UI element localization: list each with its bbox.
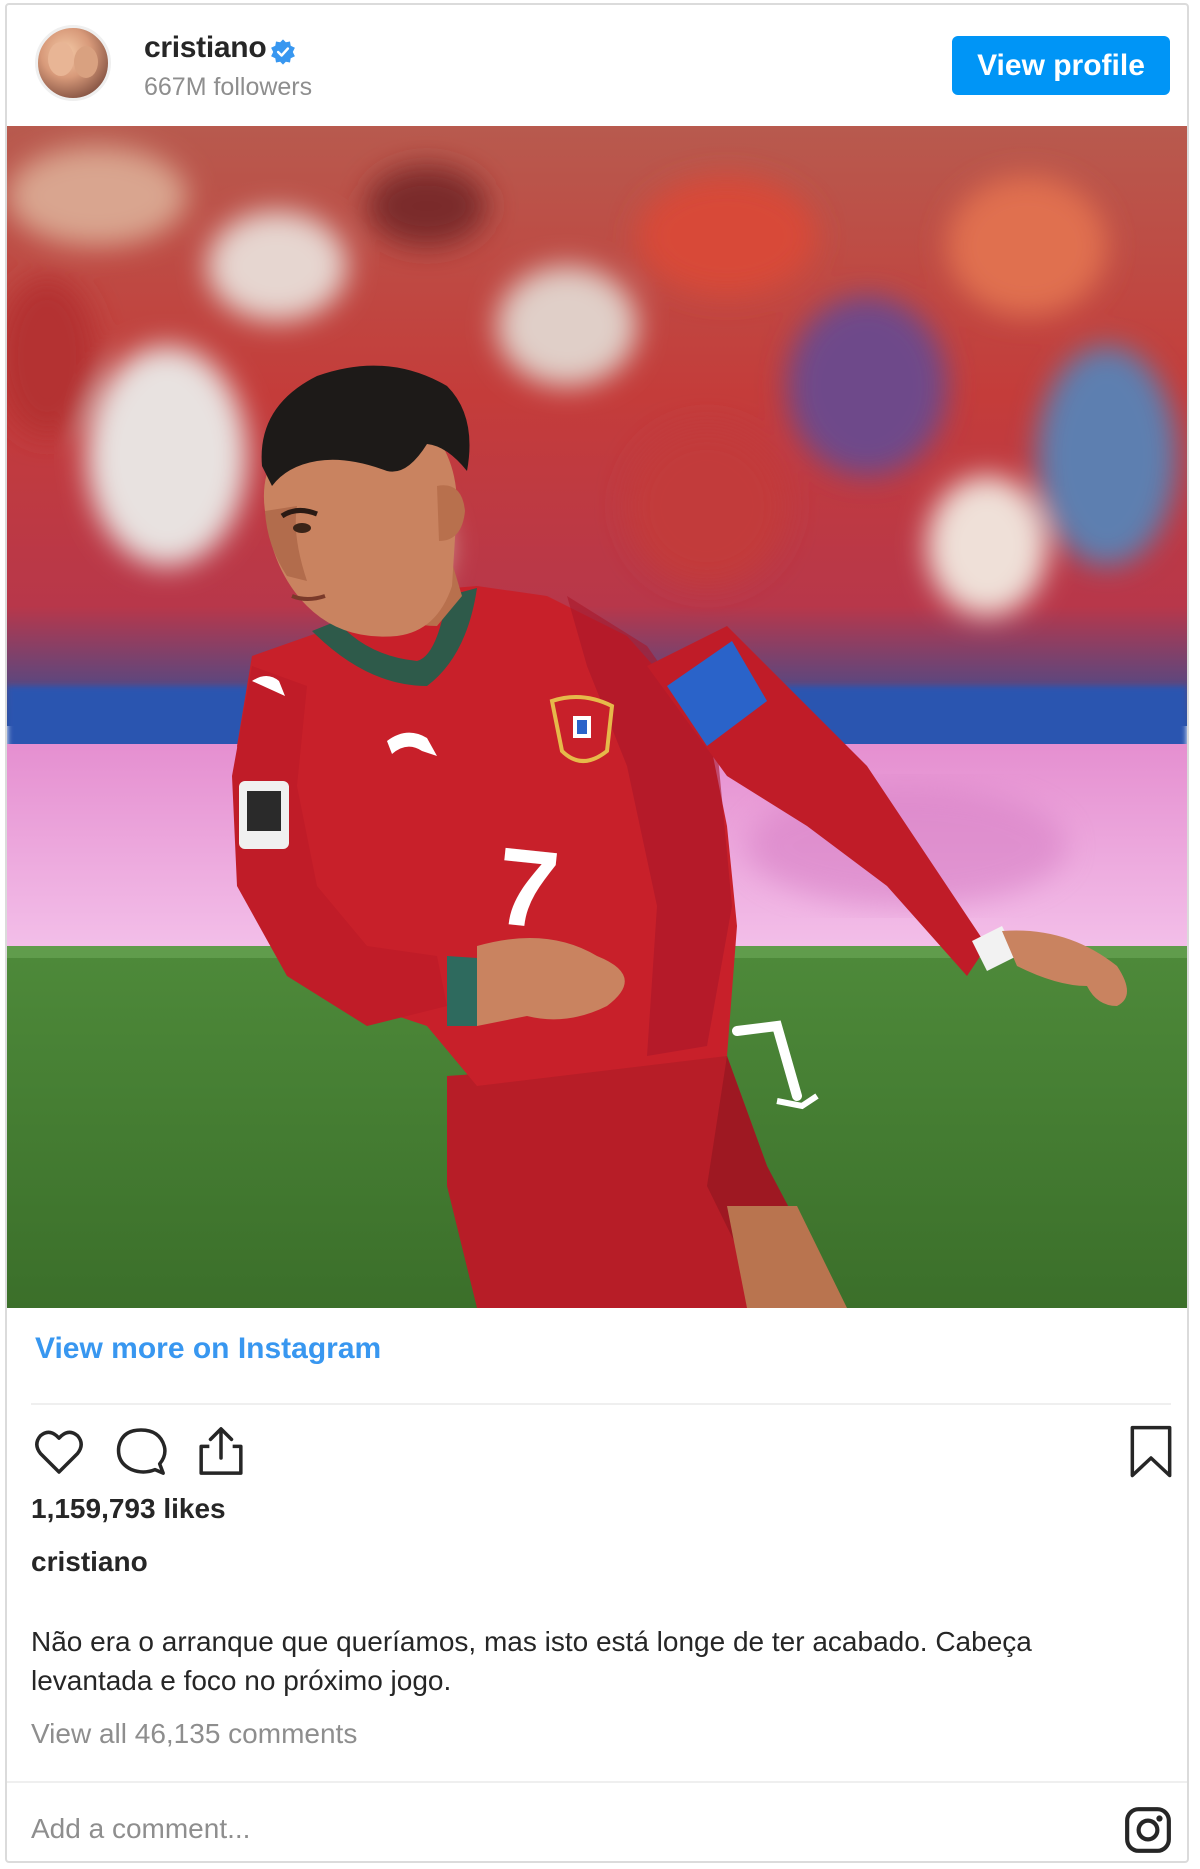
bookmark-icon[interactable] [1123,1423,1179,1479]
follower-count: 667M followers [144,73,313,101]
instagram-icon[interactable] [1123,1805,1173,1855]
divider [7,1781,1187,1783]
post-photo[interactable]: 7 [7,126,1187,1308]
add-comment-input[interactable]: Add a comment... [31,1813,250,1845]
caption-username[interactable]: cristiano [31,1546,148,1578]
avatar[interactable] [35,25,111,101]
like-count[interactable]: 1,159,793 likes [31,1493,226,1525]
avatar-face [48,42,74,76]
view-comments-link[interactable]: View all 46,135 comments [31,1718,357,1750]
view-more-link[interactable]: View more on Instagram [35,1332,381,1366]
view-profile-button[interactable]: View profile [952,36,1170,95]
username[interactable]: cristiano [144,31,267,65]
post-header: cristiano 667M followers View profile [7,5,1187,125]
verified-badge-icon [271,39,295,65]
share-icon[interactable] [193,1423,249,1479]
post-photo-image: 7 [7,126,1187,1308]
heart-icon[interactable] [31,1423,87,1479]
divider [31,1403,1171,1405]
caption-text: Não era o arranque que queríamos, mas is… [31,1626,1032,1696]
jersey-number: 7 [490,824,564,953]
instagram-embed-card: cristiano 667M followers View profile 7 … [5,3,1189,1863]
comment-icon[interactable] [113,1423,169,1479]
avatar-face [74,46,98,78]
